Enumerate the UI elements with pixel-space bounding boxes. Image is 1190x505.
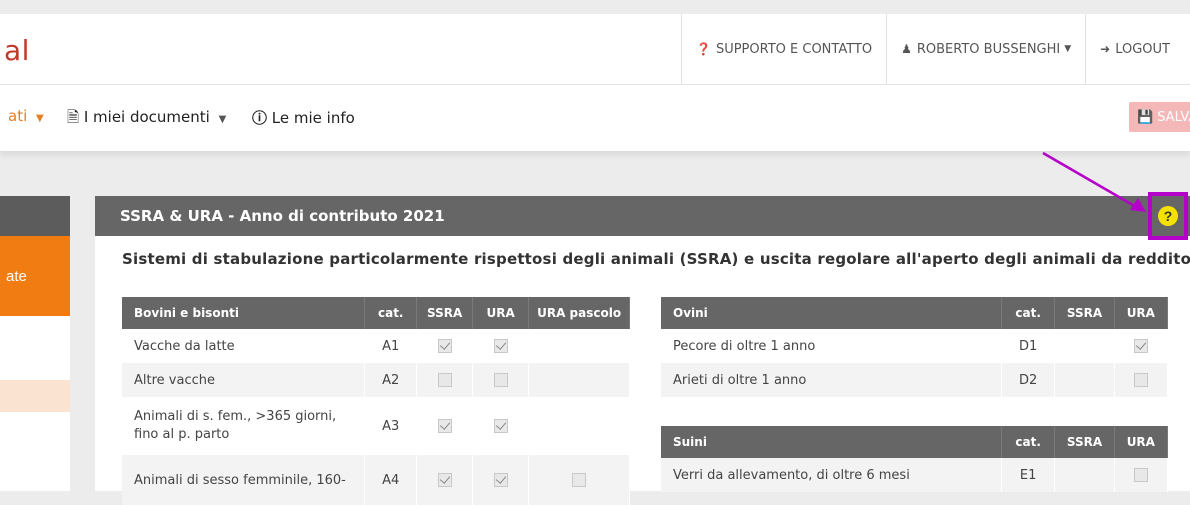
user-menu[interactable]: ♟ ROBERTO BUSSENGHI ▼ [886,14,1085,84]
column-header: SSRA [416,297,474,329]
brand-logo[interactable]: al [4,34,30,67]
animal-name: Verri da allevamento, di oltre 6 mesi [661,458,1003,492]
help-highlight-box: ? [1148,192,1188,240]
table-row: Altre vacche A2 [122,363,630,397]
ura-checkbox[interactable] [493,373,508,387]
top-bar: al ❓ SUPPORTO E CONTATTO ♟ ROBERTO BUSSE… [0,14,1190,85]
panel-header: SSRA & URA - Anno di contributo 2021 [95,196,1190,236]
animal-category: A2 [364,363,418,397]
support-label: SUPPORTO E CONTATTO [715,41,873,57]
animal-category: A1 [364,329,418,363]
question-circle-icon[interactable]: ? [1158,206,1178,226]
column-header: cat. [364,297,418,329]
ura-checkbox[interactable] [1133,373,1148,387]
menu-item-info-label: Le mie info [271,109,355,127]
animal-name: Animali di sesso femminile, 160- [122,455,366,505]
sidebar-header [0,196,70,236]
table-row: Verri da allevamento, di oltre 6 mesi E1 [661,458,1169,492]
column-header: SSRA [1054,426,1115,458]
animal-name: Arieti di oltre 1 anno [661,363,1003,397]
ura-checkbox[interactable] [493,339,508,353]
animal-name: Pecore di oltre 1 anno [661,329,1003,363]
ura-checkbox[interactable] [1133,339,1148,353]
logout-icon: ➜ [1100,42,1111,56]
logout-label: LOGOUT [1115,41,1170,57]
table-row: Arieti di oltre 1 anno D2 [661,363,1169,397]
column-header: Ovini [661,297,1003,329]
ssra-checkbox[interactable] [437,373,452,387]
bovini-table: Bovini e bisonti cat. SSRA URA URA pasco… [122,297,630,505]
top-nav: ❓ SUPPORTO E CONTATTO ♟ ROBERTO BUSSENGH… [681,14,1190,84]
panel-subtitle: Sistemi di stabulazione particolarmente … [122,250,1190,268]
ssra-checkbox[interactable] [437,473,452,487]
table-row: Animali di s. fem., >365 giorni, fino al… [122,397,630,455]
animal-name: Altre vacche [122,363,366,397]
ura-pascolo-checkbox[interactable] [572,473,587,487]
table-row: Vacche da latte A1 [122,329,630,363]
animal-category: D1 [1001,329,1056,363]
ovini-table: Ovini cat. SSRA URA Pecore di oltre 1 an… [661,297,1169,397]
save-icon: 💾 [1137,109,1154,125]
user-name: ROBERTO BUSSENGHI [916,41,1061,57]
ura-checkbox[interactable] [493,473,508,487]
column-header: cat. [1001,426,1056,458]
ssra-checkbox[interactable] [437,339,452,353]
menu-item-dati-label: ati [8,107,28,125]
animal-name: Vacche da latte [122,329,366,363]
question-circle-icon: ❓ [696,42,711,56]
animal-name: Animali di s. fem., >365 giorni, fino al… [122,397,366,455]
caret-down-icon: ▼ [36,113,44,124]
menu-item-info[interactable]: ⓘ Le mie info [252,107,355,128]
menu-bar: ati ▼ 🗎 I miei documenti ▼ ⓘ Le mie info [0,85,1190,151]
column-header: URA pascolo [528,297,630,329]
ura-checkbox[interactable] [493,419,508,433]
table-row: Animali di sesso femminile, 160- A4 [122,455,630,505]
ura-checkbox[interactable] [1133,468,1148,482]
user-icon: ♟ [901,42,912,56]
column-header: URA [1114,297,1169,329]
panel-title: SSRA & URA - Anno di contributo 2021 [120,207,445,225]
save-button[interactable]: 💾 SALVARE [1129,102,1190,132]
suini-table: Suini cat. SSRA URA Verri da allevamento… [661,426,1169,492]
sidebar-item-active-label: ate [6,267,27,285]
support-link[interactable]: ❓ SUPPORTO E CONTATTO [681,14,886,84]
animal-category: A3 [364,397,418,455]
column-header: Suini [661,426,1003,458]
menu-item-documents-label: I miei documenti [83,108,210,126]
document-icon: 🗎 [67,108,80,126]
animal-category: D2 [1001,363,1056,397]
column-header: cat. [1001,297,1056,329]
table-row: Pecore di oltre 1 anno D1 [661,329,1169,363]
sidebar-item-highlight[interactable] [0,380,70,412]
info-icon: ⓘ [252,109,268,127]
menu-item-documents[interactable]: 🗎 I miei documenti ▼ [67,107,226,132]
caret-down-icon: ▼ [1064,44,1072,54]
ssra-checkbox[interactable] [437,419,452,433]
caret-down-icon: ▼ [218,114,227,125]
annotation-arrow [1042,151,1146,212]
sidebar-item-active[interactable]: ate [0,236,70,316]
animal-category: E1 [1001,458,1056,492]
column-header: URA [472,297,530,329]
menu-item-dati[interactable]: ati ▼ [8,107,44,125]
logout-link[interactable]: ➜ LOGOUT [1085,14,1190,84]
animal-category: A4 [364,455,418,505]
save-label: SALVARE [1157,109,1190,125]
column-header: Bovini e bisonti [122,297,366,329]
column-header: SSRA [1054,297,1115,329]
column-header: URA [1114,426,1169,458]
